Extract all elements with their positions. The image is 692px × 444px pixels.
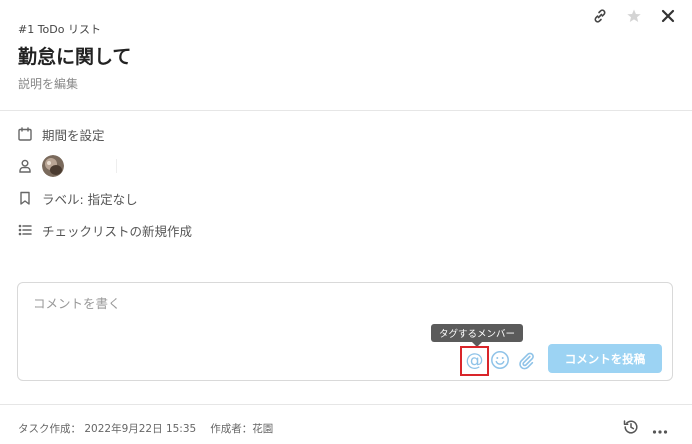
at-sign-icon: @ <box>465 350 484 371</box>
divider <box>0 404 692 405</box>
star-icon[interactable] <box>624 6 644 26</box>
link-icon[interactable] <box>590 6 610 26</box>
person-icon <box>16 157 34 175</box>
created-label: タスク作成： <box>18 423 81 435</box>
footer-actions <box>622 418 668 440</box>
breadcrumb[interactable]: #1 ToDo リスト <box>18 21 101 37</box>
task-meta: タスク作成： 2022年9月22日 15:35 作成者：花園 <box>18 421 273 436</box>
checklist-icon <box>16 221 34 239</box>
attach-button[interactable] <box>515 349 537 371</box>
label-text: ラベル: 指定なし <box>42 191 138 207</box>
checklist-row[interactable]: チェックリストの新規作成 <box>16 220 192 240</box>
close-icon[interactable] <box>658 6 678 26</box>
divider <box>0 110 692 111</box>
due-date-label: 期間を設定 <box>42 127 105 143</box>
edit-description-link[interactable]: 説明を編集 <box>18 75 78 92</box>
created-date: 2022年9月22日 15:35 <box>84 423 197 435</box>
avatar[interactable] <box>42 155 64 177</box>
post-comment-button[interactable]: コメントを投稿 <box>548 344 662 373</box>
task-properties: 期間を設定 ラベル: 指定なし チェックリストの新規作成 <box>16 124 192 252</box>
due-date-row[interactable]: 期間を設定 <box>16 124 192 144</box>
history-icon[interactable] <box>622 418 640 440</box>
emoji-button[interactable] <box>489 349 511 371</box>
paperclip-icon <box>519 352 534 370</box>
emoji-icon <box>491 351 509 369</box>
calendar-icon <box>16 125 34 143</box>
divider <box>116 159 117 173</box>
label-row[interactable]: ラベル: 指定なし <box>16 188 192 208</box>
assignee-row[interactable] <box>16 155 192 177</box>
bookmark-icon <box>16 189 34 207</box>
author-label: 作成者：花園 <box>210 423 274 435</box>
more-icon[interactable] <box>652 420 668 439</box>
top-actions <box>590 6 678 26</box>
mention-button[interactable]: @ <box>460 346 489 376</box>
comment-input[interactable]: コメントを書く <box>33 293 121 312</box>
task-title[interactable]: 勤怠に関して <box>18 42 131 69</box>
mention-tooltip: タグするメンバー <box>431 324 524 342</box>
checklist-label: チェックリストの新規作成 <box>42 223 193 239</box>
